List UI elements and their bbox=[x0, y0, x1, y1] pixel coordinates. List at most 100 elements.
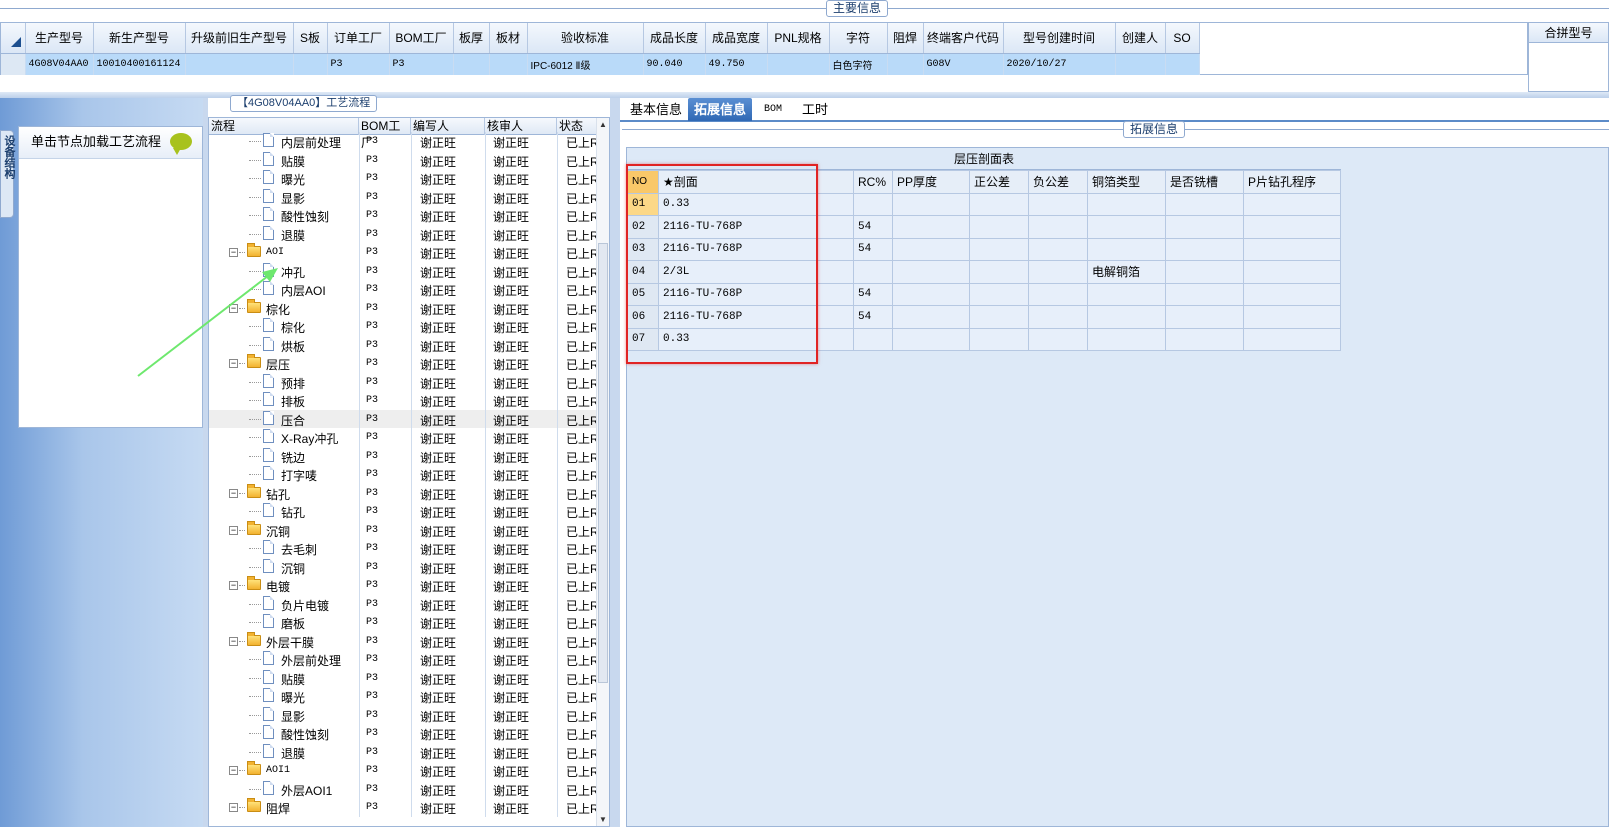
tree-node-label[interactable]: 磨板 bbox=[281, 615, 305, 632]
tree-node-label[interactable]: 外层AOI1 bbox=[281, 782, 332, 799]
tree-leaf-row[interactable]: 贴膜 P3 谢正旺 谢正旺 已上R bbox=[209, 668, 599, 688]
tree-leaf-row[interactable]: 预排 P3 谢正旺 谢正旺 已上R bbox=[209, 372, 599, 392]
tree-node-label[interactable]: 钻孔 bbox=[281, 504, 305, 521]
tree-scrollbar[interactable]: ▲ ▼ bbox=[596, 118, 609, 826]
tree-node-label[interactable]: 负片电镀 bbox=[281, 597, 329, 614]
grid-col-header[interactable]: 字符 bbox=[829, 23, 888, 54]
stack-cell[interactable] bbox=[969, 260, 1029, 284]
stack-cell[interactable] bbox=[892, 282, 970, 306]
tree-folder-row[interactable]: − 阻焊 P3 谢正旺 谢正旺 已上R bbox=[209, 798, 599, 817]
stack-cell[interactable] bbox=[1087, 327, 1166, 351]
tree-leaf-row[interactable]: 沉铜 P3 谢正旺 谢正旺 已上R bbox=[209, 557, 599, 577]
tree-node-label[interactable]: 贴膜 bbox=[281, 671, 305, 688]
tree-folder-row[interactable]: − AOI1 P3 谢正旺 谢正旺 已上R bbox=[209, 761, 599, 780]
stack-cell[interactable] bbox=[1087, 237, 1166, 261]
stack-cell[interactable] bbox=[853, 327, 893, 351]
product-grid[interactable]: 生产型号 新生产型号 升级前旧生产型号 S板 订单工厂 BOM工厂 板厚 板材 验收标准 成品长度… bbox=[0, 22, 1528, 75]
tree-node-label[interactable]: 层压 bbox=[266, 356, 290, 373]
tree-node-label[interactable]: 烘板 bbox=[281, 338, 305, 355]
grid-col-header[interactable]: 升级前旧生产型号 bbox=[185, 23, 294, 54]
tree-node-label[interactable]: 外层干膜 bbox=[266, 634, 314, 651]
tab-bom[interactable]: BOM bbox=[758, 98, 788, 121]
collapse-toggle-icon[interactable]: − bbox=[229, 525, 238, 535]
tree-folder-row[interactable]: − 外层干膜 P3 谢正旺 谢正旺 已上R bbox=[209, 631, 599, 651]
grid-cell[interactable]: 10010400161124 bbox=[93, 53, 186, 75]
tree-node-label[interactable]: 打字唛 bbox=[281, 467, 317, 484]
stack-cell[interactable] bbox=[1165, 215, 1244, 239]
tree-folder-row[interactable]: − 钻孔 P3 谢正旺 谢正旺 已上R bbox=[209, 483, 599, 503]
tree-node-label[interactable]: AOI1 bbox=[266, 765, 290, 776]
tree-leaf-row[interactable]: 磨板 P3 谢正旺 谢正旺 已上R bbox=[209, 613, 599, 632]
grid-cell[interactable] bbox=[1165, 53, 1200, 75]
tab-ext-info[interactable]: 拓展信息 bbox=[688, 98, 753, 121]
tree-folder-row[interactable]: − AOI P3 谢正旺 谢正旺 已上R bbox=[209, 243, 599, 262]
stack-cell[interactable] bbox=[1165, 305, 1244, 329]
stack-cell[interactable]: 54 bbox=[853, 282, 893, 306]
tree-node-label[interactable]: 外层前处理 bbox=[281, 652, 341, 669]
grid-row-header[interactable] bbox=[1, 53, 26, 75]
tree-node-label[interactable]: 退膜 bbox=[281, 745, 305, 762]
tab-basic-info[interactable]: 基本信息 bbox=[624, 98, 688, 121]
tree-node-label[interactable]: 压合 bbox=[281, 412, 305, 429]
stack-cell[interactable] bbox=[853, 192, 893, 216]
side-tab-device-structure[interactable]: 设备结构 bbox=[0, 130, 15, 218]
stack-cell[interactable]: 54 bbox=[853, 215, 893, 239]
grid-cell[interactable]: G08V bbox=[923, 53, 1004, 75]
grid-cell[interactable] bbox=[185, 53, 294, 75]
stack-cell[interactable] bbox=[969, 192, 1029, 216]
stack-cell[interactable] bbox=[1165, 237, 1244, 261]
stack-cell[interactable] bbox=[969, 215, 1029, 239]
tree-node-label[interactable]: X-Ray冲孔 bbox=[281, 430, 338, 447]
stack-cell[interactable] bbox=[1243, 237, 1341, 261]
stack-cell[interactable] bbox=[1087, 282, 1166, 306]
grid-col-header[interactable]: 板材 bbox=[489, 23, 528, 54]
grid-col-header[interactable]: 新生产型号 bbox=[93, 23, 186, 54]
grid-corner[interactable] bbox=[1, 23, 26, 54]
tree-leaf-row[interactable]: 退膜 P3 谢正旺 谢正旺 已上R bbox=[209, 742, 599, 762]
grid-cell[interactable] bbox=[887, 53, 924, 75]
tree-leaf-row[interactable]: 外层AOI1 P3 谢正旺 谢正旺 已上R bbox=[209, 779, 599, 799]
tree-leaf-row[interactable]: 显影 P3 谢正旺 谢正旺 已上R bbox=[209, 187, 599, 207]
grid-col-header[interactable]: S板 bbox=[293, 23, 328, 54]
scroll-up-icon[interactable]: ▲ bbox=[599, 120, 607, 129]
collapse-toggle-icon[interactable]: − bbox=[229, 248, 238, 257]
tree-leaf-row[interactable]: 外层前处理 P3 谢正旺 谢正旺 已上R bbox=[209, 650, 599, 669]
collapse-toggle-icon[interactable]: − bbox=[229, 488, 238, 498]
stack-cell[interactable] bbox=[1028, 305, 1088, 329]
tree-leaf-row[interactable]: 冲孔 P3 谢正旺 谢正旺 已上R bbox=[209, 261, 599, 281]
product-grid-row[interactable]: 4G08V04AA0 10010400161124 P3 P3 IPC-6012 Ⅱ级 9… bbox=[1, 53, 1200, 75]
tree-node-label[interactable]: 电镀 bbox=[266, 578, 290, 595]
grid-col-header[interactable]: 验收标准 bbox=[527, 23, 644, 54]
tree-leaf-row[interactable]: 排板 P3 谢正旺 谢正旺 已上R bbox=[209, 391, 599, 410]
grid-cell[interactable]: 2020/10/27 bbox=[1003, 53, 1116, 75]
stack-col-header[interactable]: RC% bbox=[853, 170, 893, 194]
collapse-toggle-icon[interactable]: − bbox=[229, 581, 238, 590]
process-flow-tree[interactable]: 流程 BOM工厂 编写人 核审人 状态 内层前处理 P3 谢正旺 谢正旺 已上R 贴膜 P3 谢正旺谢… bbox=[208, 117, 610, 827]
stack-cell[interactable] bbox=[1243, 192, 1341, 216]
tree-node-label[interactable]: 钻孔 bbox=[266, 486, 290, 503]
grid-cell[interactable]: 49.750 bbox=[705, 53, 768, 75]
collapse-toggle-icon[interactable]: − bbox=[229, 803, 238, 812]
tree-leaf-row[interactable]: 棕化 P3 谢正旺 谢正旺 已上R bbox=[209, 317, 599, 336]
collapse-toggle-icon[interactable]: − bbox=[229, 766, 238, 775]
tree-leaf-row[interactable]: 钻孔 P3 谢正旺 谢正旺 已上R bbox=[209, 502, 599, 521]
stack-cell[interactable] bbox=[853, 260, 893, 284]
grid-col-header[interactable]: 终端客户代码 bbox=[923, 23, 1004, 54]
stack-cell[interactable] bbox=[969, 282, 1029, 306]
grid-cell[interactable] bbox=[293, 53, 328, 75]
tree-node-label[interactable]: 排板 bbox=[281, 393, 305, 410]
scroll-down-icon[interactable]: ▼ bbox=[599, 815, 607, 824]
tree-node-label[interactable]: 棕化 bbox=[266, 301, 290, 318]
grid-col-header[interactable]: 阻焊 bbox=[887, 23, 924, 54]
stack-col-header[interactable]: 铜箔类型 bbox=[1087, 170, 1166, 194]
tree-node-label[interactable]: 预排 bbox=[281, 375, 305, 392]
stack-cell[interactable] bbox=[892, 327, 970, 351]
tree-node-label[interactable]: 沉铜 bbox=[281, 560, 305, 577]
tree-node-label[interactable]: 贴膜 bbox=[281, 153, 305, 170]
stack-cell[interactable] bbox=[1028, 327, 1088, 351]
stack-cell[interactable] bbox=[1243, 327, 1341, 351]
tree-folder-row[interactable]: − 沉铜 P3 谢正旺 谢正旺 已上R bbox=[209, 520, 599, 540]
stack-col-header[interactable]: 正公差 bbox=[969, 170, 1029, 194]
stack-cell[interactable] bbox=[1243, 282, 1341, 306]
tree-node-label[interactable]: 曝光 bbox=[281, 689, 305, 706]
